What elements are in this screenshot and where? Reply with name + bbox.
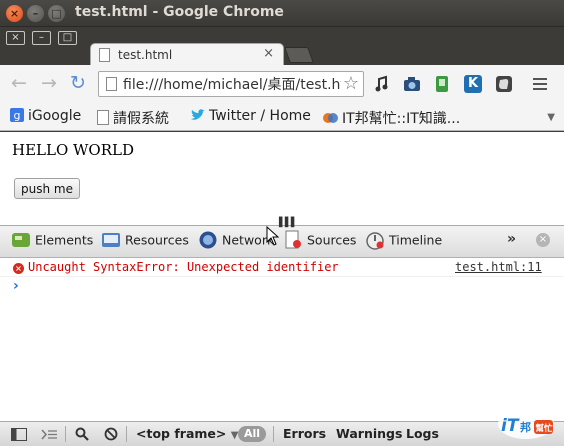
bookmark-twitter[interactable]: Twitter / Home [190,108,311,124]
timeline-stopwatch-icon [366,232,384,250]
back-icon[interactable]: ← [11,73,27,93]
page-icon [97,110,109,125]
mouse-cursor-icon [266,226,280,246]
music-note-extension-icon[interactable] [373,75,391,93]
page-heading: HELLO WORLD [12,141,135,159]
forward-icon[interactable]: → [41,73,57,93]
filter-errors-button[interactable]: Errors [283,426,326,441]
bookmarks-overflow-icon[interactable]: ▼ [547,112,555,123]
devtools-tabbar: Elements Resources Network Sources Timel… [0,225,564,258]
evernote-extension-icon[interactable] [495,75,513,93]
new-tab-button[interactable] [284,47,314,63]
clear-console-icon[interactable] [104,427,118,441]
error-message: Uncaught SyntaxError: Unexpected identif… [28,260,339,274]
page-icon [99,48,110,62]
frame-selector[interactable]: <top frame> ▼ [136,426,238,441]
bookmark-ithome[interactable]: IT邦幫忙::IT知識... [323,108,460,128]
tab-resources[interactable]: Resources [101,230,189,254]
page-icon [106,77,117,91]
chrome-close-button[interactable]: × [6,31,25,45]
ithome-watermark-logo: iT 邦 幫忙 [498,409,554,439]
console-panel: × Uncaught SyntaxError: Unexpected ident… [0,258,564,421]
url-input[interactable] [123,75,341,93]
toolbar: ← → ↻ ☆ K [0,65,564,103]
tab-close-icon[interactable]: × [263,46,274,61]
filter-warnings-button[interactable]: Warnings [336,426,402,441]
console-prompt-icon[interactable]: › [13,278,19,294]
console-error-row: × Uncaught SyntaxError: Unexpected ident… [0,258,564,277]
error-source-link[interactable]: test.html:11 [455,260,542,274]
elements-icon [12,233,30,247]
window-title: test.html - Google Chrome [75,4,284,20]
bookmark-label: iGoogle [28,108,82,124]
devtools-close-icon[interactable]: × [536,233,550,247]
devtools-resize-grip[interactable]: ▌▌▌ [279,218,298,228]
bookmark-leave-system[interactable]: 請假系統 [97,108,169,128]
network-globe-icon [199,231,217,249]
window-minimize-button[interactable]: – [27,5,44,22]
tab-test-html[interactable]: test.html × [90,43,284,66]
filter-all-button[interactable]: All [238,426,266,442]
google-icon: g [10,108,24,122]
bookmark-igoogle[interactable]: g iGoogle [10,108,81,124]
svg-text:iT: iT [501,416,520,436]
tab-network[interactable]: Network [198,230,274,254]
window-maximize-button[interactable]: □ [48,5,65,22]
tab-sources[interactable]: Sources [283,230,356,254]
devtools-statusbar: <top frame> ▼ All Errors Warnings Logs [0,421,564,446]
chrome-menu-icon[interactable] [533,78,547,93]
svg-text:g: g [14,109,21,122]
green-bookmark-extension-icon[interactable] [433,75,451,93]
filter-logs-button[interactable]: Logs [406,426,439,441]
ithome-icon [323,113,338,123]
k-extension-icon[interactable]: K [464,75,482,93]
sources-icon [285,230,301,249]
push-me-button[interactable]: push me [14,178,80,199]
bookmark-label: 請假系統 [113,111,169,127]
chrome-maximize-button[interactable]: □ [58,31,77,45]
window-close-button[interactable]: × [6,5,23,22]
devtools-more-tabs-icon[interactable]: » [507,231,516,247]
tab-title: test.html [118,48,173,62]
resources-icon [102,233,120,247]
tab-strip: × – □ test.html × [0,27,564,66]
bookmark-star-icon[interactable]: ☆ [343,73,359,94]
chrome-minimize-button[interactable]: – [32,31,51,45]
error-icon: × [13,263,24,274]
svg-text:幫忙: 幫忙 [536,423,554,434]
tab-elements[interactable]: Elements [11,230,93,254]
camera-extension-icon[interactable] [403,75,421,93]
window-titlebar: × – □ test.html - Google Chrome [0,0,564,27]
twitter-bird-icon [191,109,205,120]
show-console-icon[interactable] [41,428,58,441]
bookmark-label: IT邦幫忙::IT知識... [342,111,461,127]
page-viewport: HELLO WORLD push me [0,132,564,225]
reload-icon[interactable]: ↻ [70,73,86,93]
tab-timeline[interactable]: Timeline [365,230,442,254]
svg-text:邦: 邦 [520,420,531,434]
search-icon[interactable] [75,427,89,441]
bookmarks-bar: g iGoogle 請假系統 Twitter / Home IT邦幫忙::IT知… [0,103,564,131]
dock-icon[interactable] [11,428,27,441]
bookmark-label: Twitter / Home [209,108,311,124]
omnibox[interactable]: ☆ [98,71,364,97]
